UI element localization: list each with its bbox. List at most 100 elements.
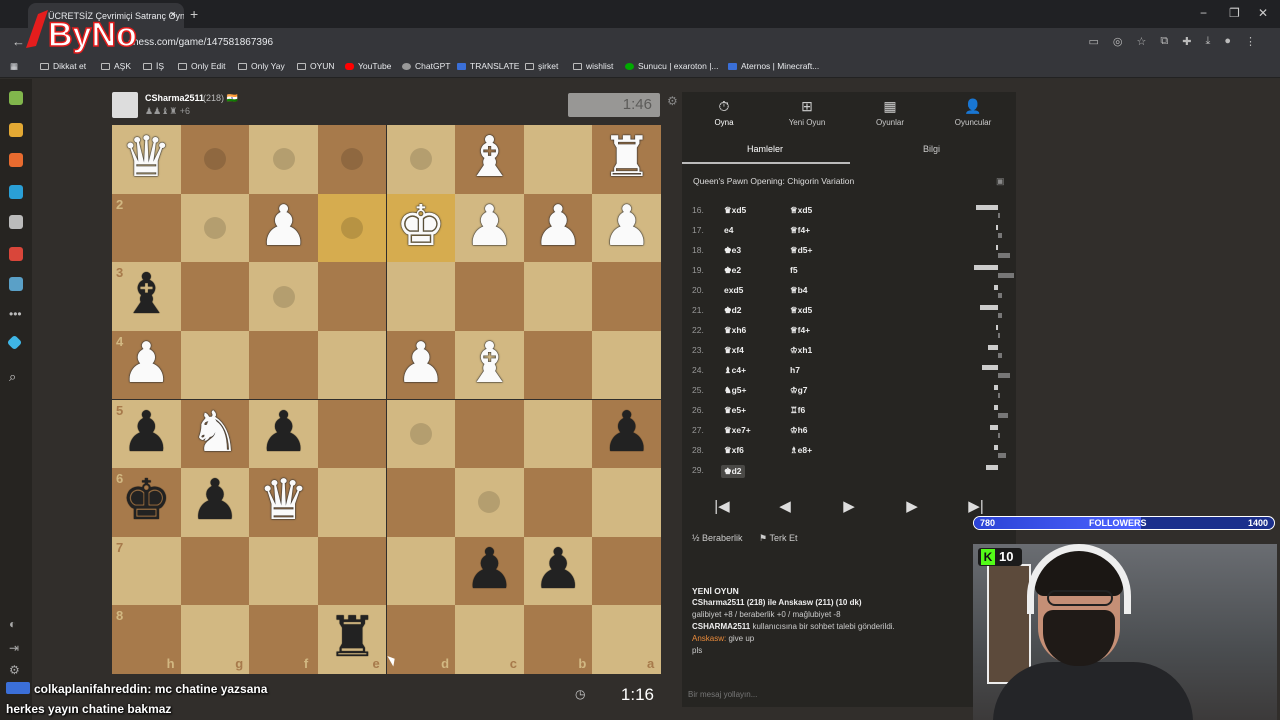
watch-icon[interactable] (9, 185, 23, 199)
black-move[interactable]: ♕xd5 (790, 305, 812, 316)
bookmark-dikkat[interactable]: Dikkat et (40, 61, 86, 71)
white-move[interactable]: ♛xf6 (724, 445, 744, 456)
bookmark-ask[interactable]: AŞK (101, 61, 131, 71)
square-d7[interactable] (386, 536, 456, 606)
tab-play[interactable]: ⏱ Oyna (682, 98, 766, 127)
chess-piece[interactable]: ♚ (387, 194, 456, 263)
bookmark-oyun[interactable]: OYUN (297, 61, 335, 71)
bookmark-exaroton[interactable]: Sunucu | exaroton |... (625, 61, 719, 71)
chess-piece[interactable]: ♝ (455, 125, 524, 194)
news-icon[interactable] (9, 247, 23, 261)
white-move[interactable]: ♛xe7+ (724, 425, 751, 436)
white-move[interactable]: ♚e2 (724, 265, 741, 276)
black-move[interactable]: ♔g7 (790, 385, 808, 396)
black-move[interactable]: ♕xd5 (790, 205, 812, 216)
more-icon[interactable]: ••• (9, 307, 23, 321)
board-settings-icon[interactable]: ⚙ (667, 94, 678, 108)
white-move[interactable]: ♚e3 (724, 245, 741, 256)
black-move[interactable]: ♕f4+ (790, 325, 810, 336)
opening-name[interactable]: Queen's Pawn Opening: Chigorin Variation (693, 176, 854, 186)
black-move[interactable]: ♕b4 (790, 285, 808, 296)
tab-players[interactable]: 👤 Oyuncular (931, 98, 1015, 127)
menu-icon[interactable]: ⋮ (1245, 35, 1256, 48)
settings-icon[interactable]: ⚙ (9, 663, 23, 677)
white-move[interactable]: exd5 (724, 285, 743, 295)
chess-piece[interactable]: ♟ (455, 194, 524, 263)
square-e5[interactable] (317, 399, 387, 469)
chess-piece[interactable]: ♛ (249, 468, 318, 537)
learn-icon[interactable] (9, 153, 23, 167)
black-move[interactable]: ♔xh1 (790, 345, 812, 356)
white-move[interactable]: ♚d2 (724, 305, 742, 316)
theme-icon[interactable]: ◐ (9, 617, 23, 631)
legal-move-dot[interactable] (341, 216, 364, 239)
white-move[interactable]: e4 (724, 225, 733, 235)
last-move-button[interactable]: ▶| (948, 497, 1004, 515)
copy-icon[interactable]: ▣ (996, 176, 1005, 187)
square-b4[interactable] (523, 330, 593, 400)
black-move[interactable]: ♕f4+ (790, 225, 810, 236)
chess-piece[interactable]: ♟ (181, 468, 250, 537)
bookmark-sirket[interactable]: şirket (525, 61, 558, 71)
download-icon[interactable]: ⤓ (1205, 35, 1210, 48)
legal-move-dot[interactable] (272, 148, 295, 171)
previous-move-button[interactable]: ◀ (757, 497, 813, 515)
chess-piece[interactable]: ♟ (524, 537, 593, 606)
chess-piece[interactable]: ♟ (592, 194, 661, 263)
diamond-icon[interactable] (6, 334, 23, 351)
extension-icon[interactable]: ⧉ (1160, 35, 1168, 48)
cast-icon[interactable]: ▭ (1089, 35, 1099, 48)
square-e6[interactable] (317, 468, 387, 537)
chess-piece[interactable]: ♟ (387, 331, 456, 400)
first-move-button[interactable]: |◀ (694, 497, 750, 515)
legal-move-dot[interactable] (409, 148, 432, 171)
subtab-info[interactable]: Bilgi (923, 144, 940, 154)
opponent-avatar[interactable] (112, 92, 138, 118)
square-g4[interactable] (180, 330, 250, 400)
white-move[interactable]: ♝c4+ (724, 365, 746, 376)
white-move[interactable]: ♚d2 (721, 465, 745, 478)
white-move[interactable]: ♞g5+ (724, 385, 747, 396)
white-move[interactable]: ♛xd5 (724, 205, 746, 216)
bookmark-only-edit[interactable]: Only Edit (178, 61, 226, 71)
bookmark-aternos[interactable]: Aternos | Minecraft... (728, 61, 819, 71)
apps-icon[interactable]: ▦ (10, 61, 18, 72)
legal-move-dot[interactable] (409, 422, 432, 445)
square-a6[interactable] (592, 468, 661, 537)
white-move[interactable]: ♛xh6 (724, 325, 746, 336)
chess-piece[interactable]: ♞ (181, 400, 250, 469)
square-c3[interactable] (455, 262, 524, 331)
pawn-play-icon[interactable] (9, 91, 23, 105)
chess-piece[interactable]: ♟ (249, 400, 318, 469)
square-a3[interactable] (592, 262, 661, 331)
chess-piece[interactable]: ♟ (524, 194, 593, 263)
eye-icon[interactable]: ◎ (1113, 35, 1123, 48)
star-icon[interactable]: ☆ (1137, 35, 1147, 48)
maximize-button[interactable]: ❐ (1229, 6, 1240, 20)
minimize-button[interactable]: − (1200, 6, 1207, 20)
profile-icon[interactable]: ● (1224, 35, 1231, 48)
square-c5[interactable] (455, 399, 524, 469)
subtab-moves[interactable]: Hamleler (747, 144, 783, 154)
square-e7[interactable] (317, 536, 387, 606)
square-b5[interactable] (523, 399, 593, 469)
square-e4[interactable] (317, 330, 387, 400)
square-a7[interactable] (592, 536, 661, 606)
next-move-button[interactable]: ▶ (884, 497, 940, 515)
puzzle-icon[interactable]: ✚ (1182, 35, 1191, 48)
square-f7[interactable] (249, 536, 318, 606)
square-g7[interactable] (180, 536, 250, 606)
black-move[interactable]: ♔h6 (790, 425, 808, 436)
black-move[interactable]: h7 (790, 365, 800, 375)
tab-close-icon[interactable]: × (170, 9, 176, 21)
white-move[interactable]: ♛e5+ (724, 405, 746, 416)
close-window-button[interactable]: ✕ (1258, 6, 1268, 20)
square-g3[interactable] (180, 262, 250, 331)
play-button[interactable]: ▶ (821, 497, 877, 515)
square-b6[interactable] (523, 468, 593, 537)
new-tab-button[interactable]: + (190, 6, 198, 22)
square-e3[interactable] (317, 262, 387, 331)
black-move[interactable]: ♗e8+ (790, 445, 812, 456)
square-b1[interactable] (523, 125, 593, 194)
legal-move-dot[interactable] (203, 216, 226, 239)
